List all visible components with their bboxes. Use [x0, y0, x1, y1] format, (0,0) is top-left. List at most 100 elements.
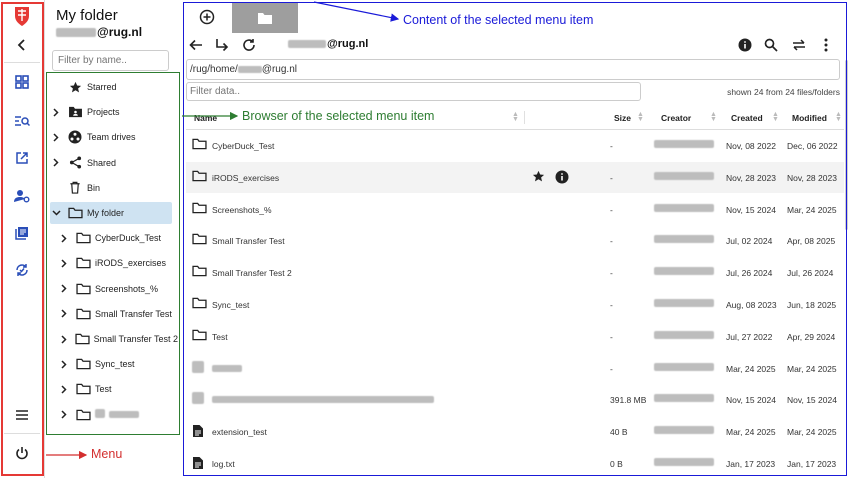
redacted-name[interactable] [212, 395, 434, 405]
folder-icon [74, 283, 92, 295]
swap-arrows-icon[interactable] [790, 36, 808, 54]
file-name[interactable]: Screenshots_% [212, 205, 272, 215]
user-settings-icon[interactable] [9, 183, 35, 209]
open-external-icon[interactable] [9, 145, 35, 171]
project-folder-icon [66, 106, 84, 118]
search-icon[interactable] [762, 36, 780, 54]
more-vert-icon[interactable] [817, 36, 835, 54]
chevron-right-icon[interactable] [58, 360, 70, 369]
file-name[interactable]: Small Transfer Test 2 [212, 268, 292, 278]
chevron-down-icon[interactable] [50, 209, 62, 217]
refresh-icon[interactable] [240, 36, 258, 54]
file-name[interactable]: iRODS_exercises [212, 173, 279, 183]
tree-item-irods-exercises[interactable]: iRODS_exercises [58, 252, 178, 274]
table-row[interactable]: CyberDuck_Test - Nov, 08 2022 Dec, 06 2022 [186, 130, 844, 161]
tree-item-projects[interactable]: Projects [50, 101, 170, 123]
scrollbar[interactable] [845, 60, 848, 230]
chevron-right-icon[interactable] [58, 309, 70, 318]
path-suffix: @rug.nl [261, 64, 297, 75]
modified-date: Apr, 29 2024 [787, 331, 836, 342]
chevron-right-icon[interactable] [50, 133, 62, 142]
tree-item-team-drives[interactable]: Team drives [50, 126, 170, 148]
column-created[interactable]: Created [731, 113, 763, 123]
sort-icon[interactable]: ▲ ▼ [835, 111, 842, 123]
redacted-name[interactable] [212, 364, 242, 374]
file-name[interactable]: CyberDuck_Test [212, 141, 274, 151]
redacted-creator [654, 299, 714, 309]
tree-item-sync-test[interactable]: Sync_test [58, 353, 178, 375]
file-size: - [610, 204, 613, 215]
chevron-right-icon[interactable] [58, 234, 70, 243]
table-row[interactable]: Test - Jul, 27 2022 Apr, 29 2024 [186, 321, 844, 352]
table-row[interactable]: log.txt 0 B Jan, 17 2023 Jan, 17 2023 [186, 448, 844, 478]
file-size: 40 B [610, 427, 628, 438]
chevron-right-icon[interactable] [50, 108, 62, 117]
table-row[interactable]: Sync_test - Aug, 08 2023 Jun, 18 2025 [186, 289, 844, 320]
file-name[interactable]: extension_test [212, 427, 267, 437]
chevron-right-icon[interactable] [50, 158, 62, 167]
add-tab-button[interactable] [196, 6, 218, 28]
tree-item-cyberduck-test[interactable]: CyberDuck_Test [58, 227, 178, 249]
tree-item-my-folder[interactable]: My folder [50, 202, 172, 224]
tree-item-bin[interactable]: Bin [50, 177, 170, 199]
chevron-right-icon[interactable] [58, 334, 69, 344]
sort-icon[interactable]: ▲ ▼ [710, 111, 717, 123]
data-filter-input[interactable] [186, 82, 641, 101]
hamburger-menu-icon[interactable] [9, 402, 35, 428]
created-date: Jul, 02 2024 [726, 236, 773, 247]
tab-active-folder[interactable] [232, 3, 298, 33]
redacted-icon [192, 392, 206, 406]
panel-user: @rug.nl [56, 25, 142, 39]
tree-item-small-transfer-test[interactable]: Small Transfer Test [58, 303, 178, 325]
folder-icon [74, 383, 92, 395]
table-row[interactable]: Small Transfer Test 2 - Jul, 26 2024 Jul, 2… [186, 257, 844, 288]
file-name[interactable]: Sync_test [212, 300, 249, 310]
info-icon[interactable] [736, 36, 754, 54]
search-list-icon[interactable] [9, 108, 35, 134]
file-name[interactable]: Test [212, 332, 228, 342]
rail-divider [4, 433, 40, 434]
sort-icon[interactable]: ▲ ▼ [637, 111, 644, 123]
table-row[interactable]: 391.8 MB Nov, 15 2024 Nov, 15 2024 [186, 384, 844, 415]
content-user-suffix: @rug.nl [327, 38, 369, 50]
table-row[interactable]: Small Transfer Test - Jul, 02 2024 Apr, 08 … [186, 225, 844, 256]
tree-item-small-transfer-test-2[interactable]: Small Transfer Test 2 [58, 328, 178, 350]
table-row[interactable]: extension_test 40 B Mar, 24 2025 Mar, 24 20… [186, 416, 844, 447]
created-date: Nov, 28 2023 [726, 172, 776, 183]
back-chevron-icon[interactable] [9, 32, 35, 58]
redacted-creator [654, 330, 714, 341]
column-name[interactable]: Name [194, 113, 217, 123]
file-name[interactable]: log.txt [212, 459, 235, 469]
chevron-right-icon[interactable] [58, 410, 70, 419]
tree-item-screenshots[interactable]: Screenshots_% [58, 278, 178, 300]
table-row[interactable]: - Mar, 24 2025 Mar, 24 2025 [186, 353, 844, 384]
column-size[interactable]: Size [614, 113, 631, 123]
table-row[interactable]: iRODS_exercises - Nov, 28 2023 Nov, 28 2023 [186, 161, 844, 193]
shown-count: shown 24 from 24 files/folders [727, 87, 840, 97]
tree-item-redacted[interactable] [58, 404, 178, 426]
tree-item-starred[interactable]: Starred [50, 76, 170, 98]
power-icon[interactable] [9, 440, 35, 466]
back-arrow-icon[interactable] [187, 36, 205, 54]
chevron-right-icon[interactable] [58, 259, 70, 268]
sort-icon[interactable]: ▲ ▼ [772, 111, 779, 123]
sort-icon[interactable]: ▲ ▼ [512, 111, 519, 123]
book-stack-icon[interactable] [9, 220, 35, 246]
tree-item-label: Screenshots_% [95, 283, 159, 294]
chevron-right-icon[interactable] [58, 284, 70, 293]
tree-item-shared[interactable]: Shared [50, 152, 170, 174]
star-icon[interactable] [532, 170, 546, 184]
path-bar[interactable]: /rug/home/ @rug.nl [186, 59, 840, 80]
info-icon[interactable] [555, 170, 569, 184]
sync-icon[interactable] [9, 257, 35, 283]
table-row[interactable]: Screenshots_% - Nov, 15 2024 Mar, 24 2025 [186, 194, 844, 225]
column-creator[interactable]: Creator [661, 113, 691, 123]
forward-redo-icon[interactable] [213, 36, 231, 54]
file-name[interactable]: Small Transfer Test [212, 236, 285, 246]
chevron-right-icon[interactable] [58, 385, 70, 394]
tree-item-test[interactable]: Test [58, 378, 178, 400]
path-prefix: /rug/home/ [190, 64, 238, 75]
tree-filter-input[interactable] [52, 50, 169, 71]
column-modified[interactable]: Modified [792, 113, 827, 123]
dashboard-grid-icon[interactable] [9, 69, 35, 95]
